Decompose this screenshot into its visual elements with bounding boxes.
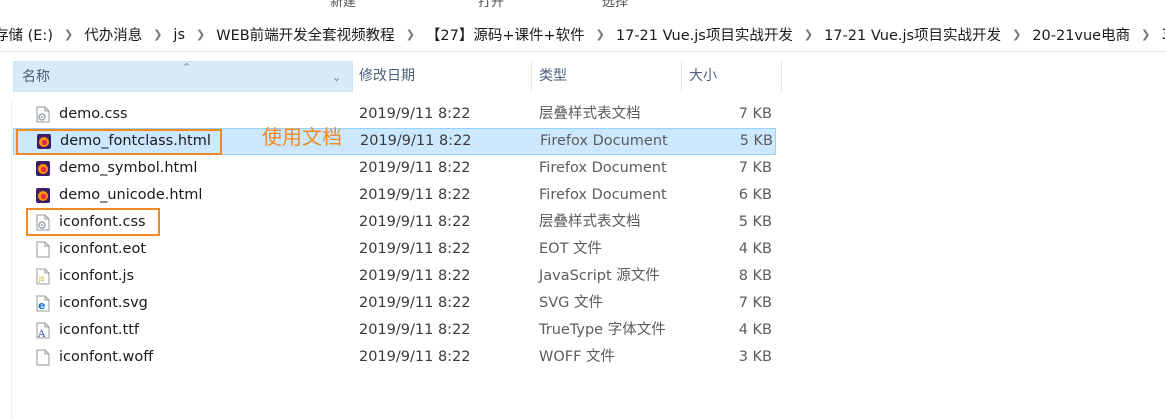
file-date: 2019/9/11 8:22 bbox=[359, 268, 471, 284]
file-name: iconfont.svg bbox=[59, 295, 148, 311]
file-name: demo.css bbox=[59, 106, 128, 122]
breadcrumb-folder[interactable]: 20-21vue电商 bbox=[1023, 24, 1139, 45]
chevron-down-icon[interactable]: ⌄ bbox=[332, 62, 341, 93]
file-type: Firefox Document bbox=[539, 160, 667, 176]
address-bar[interactable]: 存储 (E:) ❯ 代办消息 ❯ js ❯ WEB前端开发全套视频教程 ❯ 【2… bbox=[0, 18, 1165, 52]
chevron-right-icon[interactable]: ❯ bbox=[194, 28, 207, 41]
chevron-right-icon[interactable]: ❯ bbox=[62, 28, 75, 41]
column-header-name[interactable]: ⌃ 名称 ⌄ bbox=[13, 61, 353, 92]
js-file-icon: JS bbox=[35, 268, 51, 285]
divider bbox=[11, 100, 12, 419]
svg-text:A: A bbox=[37, 329, 46, 339]
file-row[interactable]: JS iconfont.js 2019/9/11 8:22 JavaScript 源文… bbox=[13, 263, 783, 290]
file-type: EOT 文件 bbox=[539, 241, 603, 257]
sort-ascending-icon: ⌃ bbox=[182, 61, 192, 74]
breadcrumb-folder[interactable]: 17-21 Vue.js项目实战开发 bbox=[815, 24, 1010, 45]
annotation-text: 使用文档 bbox=[262, 125, 342, 149]
annotation-highlight-box bbox=[26, 208, 160, 236]
blank-file-icon bbox=[35, 349, 51, 366]
chevron-right-icon[interactable]: ❯ bbox=[1010, 28, 1023, 41]
chevron-right-icon[interactable]: ❯ bbox=[802, 28, 815, 41]
file-type: JavaScript 源文件 bbox=[539, 268, 660, 284]
file-size: 5 KB bbox=[739, 133, 773, 149]
file-date: 2019/9/11 8:22 bbox=[359, 187, 471, 203]
file-date: 2019/9/11 8:22 bbox=[359, 214, 471, 230]
file-name: iconfont.js bbox=[59, 268, 135, 284]
svg-text:JS: JS bbox=[38, 276, 45, 283]
firefox-document-icon bbox=[35, 160, 51, 177]
file-size: 7 KB bbox=[738, 106, 772, 122]
annotation-highlight-box bbox=[16, 129, 222, 155]
file-row[interactable]: demo_unicode.html 2019/9/11 8:22 Firefox D… bbox=[13, 182, 783, 209]
file-date: 2019/9/11 8:22 bbox=[359, 106, 471, 122]
css-file-icon bbox=[35, 106, 51, 123]
file-size: 5 KB bbox=[738, 214, 772, 230]
font-file-icon: A bbox=[35, 322, 51, 340]
chevron-right-icon[interactable]: ❯ bbox=[404, 28, 417, 41]
ribbon-new-label[interactable]: 新建 bbox=[330, 0, 356, 10]
file-name: iconfont.woff bbox=[59, 349, 154, 365]
breadcrumb-folder[interactable]: 17-21 Vue.js项目实战开发 bbox=[607, 24, 802, 45]
file-date: 2019/9/11 8:22 bbox=[360, 133, 472, 149]
chevron-right-icon[interactable]: ❯ bbox=[1139, 28, 1152, 41]
file-size: 4 KB bbox=[738, 322, 772, 338]
column-header-size-label: 大小 bbox=[689, 68, 717, 84]
breadcrumb-folder[interactable]: js bbox=[164, 27, 194, 43]
breadcrumb-drive[interactable]: 存储 (E:) bbox=[0, 24, 62, 45]
file-date: 2019/9/11 8:22 bbox=[359, 322, 471, 338]
file-type: SVG 文件 bbox=[539, 295, 603, 311]
file-date: 2019/9/11 8:22 bbox=[359, 160, 471, 176]
column-header-size[interactable]: 大小 bbox=[681, 61, 782, 92]
file-row[interactable]: demo_symbol.html 2019/9/11 8:22 Firefox Do… bbox=[13, 155, 783, 182]
svg-edge-file-icon: e bbox=[35, 295, 51, 312]
file-row[interactable]: demo.css 2019/9/11 8:22 层叠样式表文档 7 KB bbox=[13, 101, 783, 128]
file-date: 2019/9/11 8:22 bbox=[359, 349, 471, 365]
file-type: 层叠样式表文档 bbox=[539, 106, 641, 122]
chevron-right-icon[interactable]: ❯ bbox=[594, 28, 607, 41]
breadcrumb-folder[interactable]: 代办消息 bbox=[75, 24, 151, 45]
file-row[interactable]: e iconfont.svg 2019/9/11 8:22 SVG 文件 7 KB bbox=[13, 290, 783, 317]
firefox-document-icon bbox=[35, 187, 51, 204]
file-date: 2019/9/11 8:22 bbox=[359, 295, 471, 311]
file-size: 4 KB bbox=[738, 241, 772, 257]
breadcrumb-folder[interactable]: WEB前端开发全套视频教程 bbox=[207, 24, 403, 45]
file-size: 8 KB bbox=[738, 268, 772, 284]
file-size: 7 KB bbox=[738, 160, 772, 176]
file-type: Firefox Document bbox=[539, 187, 667, 203]
column-header-date[interactable]: 修改日期 bbox=[351, 61, 532, 92]
file-type: TrueType 字体文件 bbox=[539, 322, 666, 338]
file-type: 层叠样式表文档 bbox=[539, 214, 641, 230]
chevron-right-icon[interactable]: ❯ bbox=[151, 28, 164, 41]
breadcrumb-folder[interactable]: 3.vue bbox=[1152, 27, 1165, 43]
file-name: iconfont.ttf bbox=[59, 322, 139, 338]
file-type: Firefox Document bbox=[540, 133, 668, 149]
file-type: WOFF 文件 bbox=[539, 349, 616, 365]
file-row[interactable]: Aiconfont.ttf 2019/9/11 8:22 TrueType 字体文件… bbox=[13, 317, 783, 344]
file-name: iconfont.eot bbox=[59, 241, 146, 257]
file-name: demo_symbol.html bbox=[59, 160, 198, 176]
blank-file-icon bbox=[35, 241, 51, 258]
column-header-row: ⌃ 名称 ⌄ 修改日期 类型 大小 bbox=[13, 61, 783, 92]
file-size: 6 KB bbox=[738, 187, 772, 203]
ribbon-strip: 新建 打开 选择 bbox=[0, 0, 1165, 10]
breadcrumb-folder[interactable]: 【27】源码+课件+软件 bbox=[417, 24, 594, 45]
column-header-name-label: 名称 bbox=[22, 69, 50, 85]
file-row[interactable]: iconfont.woff 2019/9/11 8:22 WOFF 文件 3 KB bbox=[13, 344, 783, 371]
file-size: 3 KB bbox=[738, 349, 772, 365]
file-date: 2019/9/11 8:22 bbox=[359, 241, 471, 257]
column-header-type[interactable]: 类型 bbox=[531, 61, 682, 92]
file-name: demo_unicode.html bbox=[59, 187, 203, 203]
ribbon-select-label[interactable]: 选择 bbox=[602, 0, 628, 10]
file-row[interactable]: iconfont.eot 2019/9/11 8:22 EOT 文件 4 KB bbox=[13, 236, 783, 263]
column-header-type-label: 类型 bbox=[539, 68, 567, 84]
file-size: 7 KB bbox=[738, 295, 772, 311]
column-header-date-label: 修改日期 bbox=[359, 68, 415, 84]
svg-text:e: e bbox=[38, 299, 45, 312]
ribbon-open-label[interactable]: 打开 bbox=[478, 0, 504, 10]
